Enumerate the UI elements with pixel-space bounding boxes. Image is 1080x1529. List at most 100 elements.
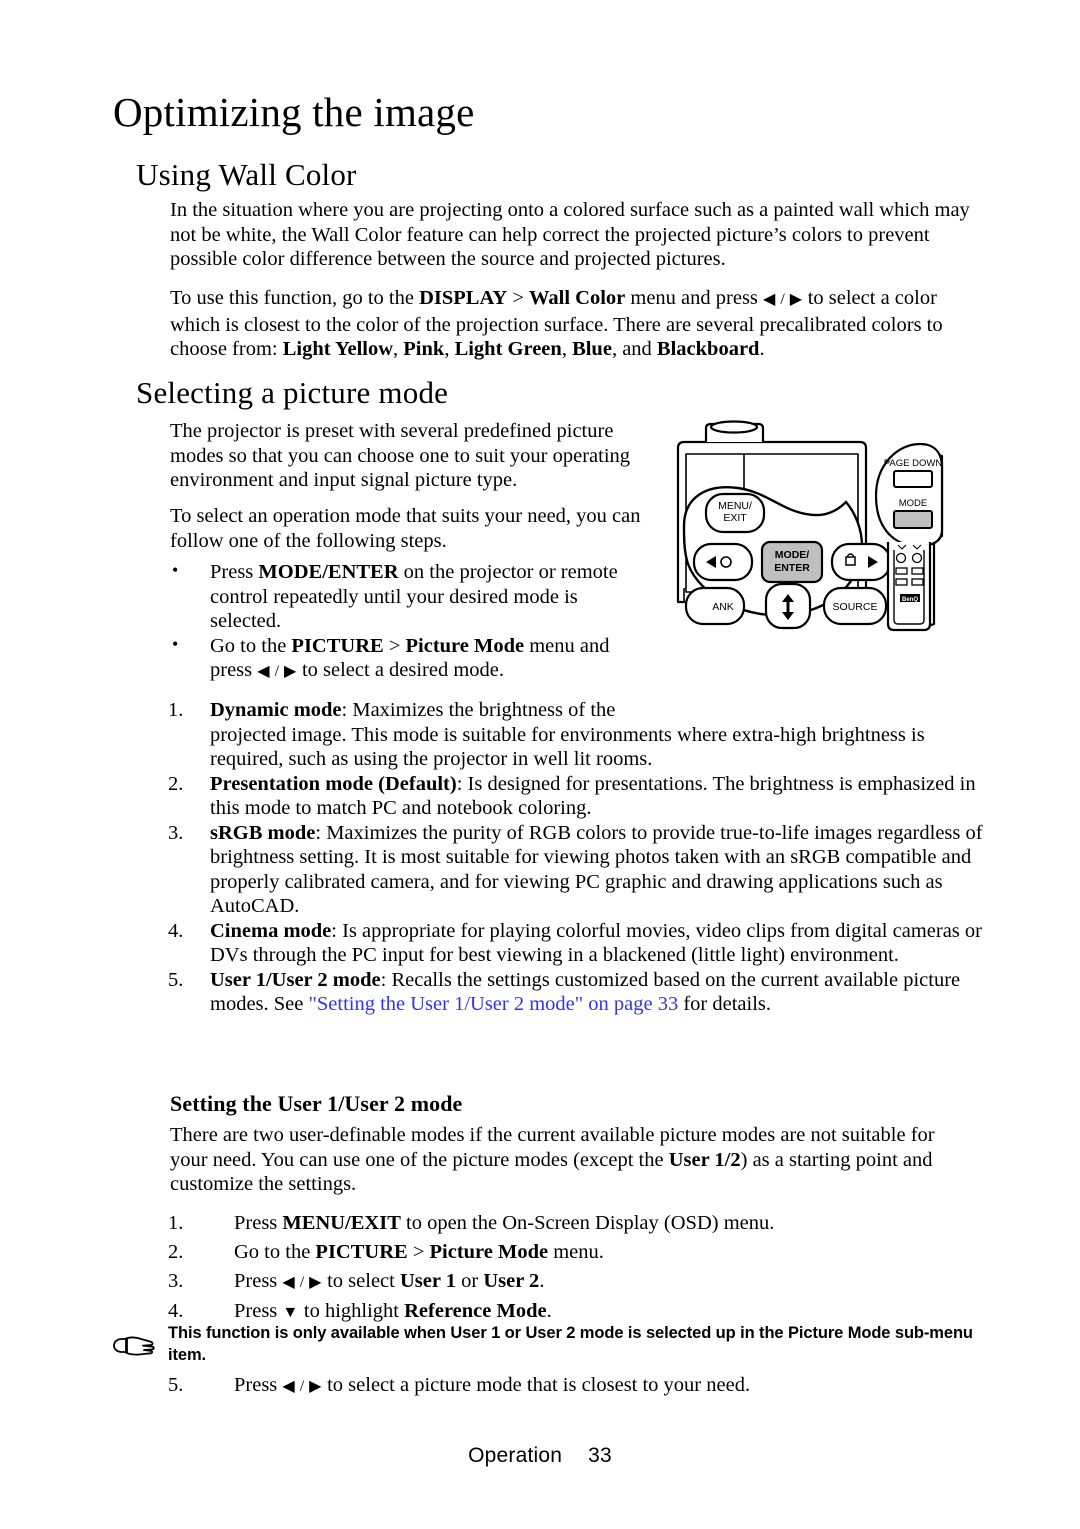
text-fragment: > [383, 634, 406, 657]
text-fragment: > [407, 1241, 430, 1263]
mode-name-presentation: Presentation mode (Default) [210, 772, 457, 795]
mode-name-user: User 1/User 2 mode [210, 968, 381, 991]
text-fragment: Press [234, 1374, 283, 1396]
left-right-arrow-icon: ◀ / ▶ [763, 291, 803, 308]
user-modes-paragraph: There are two user-definable modes if th… [170, 1123, 970, 1197]
menu-wall-color: Wall Color [529, 287, 626, 309]
color-option-blue: Blue [572, 338, 612, 360]
text-fragment: or [455, 1270, 484, 1292]
picture-mode-paragraph-2: To select an operation mode that suits y… [170, 505, 641, 552]
text-fragment: Go to the [234, 1241, 316, 1263]
user-modes-steps-list: 1. Press MENU/EXIT to open the On-Screen… [168, 1209, 928, 1327]
svg-text:PAGE DOWN: PAGE DOWN [884, 458, 943, 469]
left-right-arrow-icon: ◀ / ▶ [257, 663, 297, 680]
svg-text:BenQ: BenQ [902, 597, 918, 603]
user-modes-step-5: 5. Press ◀ / ▶ to select a picture mode … [168, 1371, 928, 1401]
document-page: Optimizing the image Using Wall Color In… [0, 0, 1080, 1529]
list-number: 4. [168, 919, 184, 942]
text-fragment: > [507, 287, 530, 309]
option-user-1: User 1 [399, 1270, 456, 1292]
list-number: 2. [168, 772, 184, 795]
menu-reference-mode: Reference Mode [404, 1300, 547, 1322]
list-item: 4. Cinema mode: Is appropriate for playi… [168, 919, 988, 968]
list-number: 1. [168, 1212, 184, 1234]
svg-text:ENTER: ENTER [774, 562, 810, 574]
subsection-heading-user-modes: Setting the User 1/User 2 mode [170, 1091, 463, 1116]
picture-modes-numbered-list: 1. Dynamic mode: Maximizes the brightnes… [168, 698, 988, 1017]
menu-picture: PICTURE [291, 634, 384, 657]
list-item: 2. Go to the PICTURE > Picture Mode menu… [168, 1238, 928, 1267]
bullet-icon: • [172, 633, 179, 654]
text-fragment: : [380, 968, 392, 991]
bullet-icon: • [172, 560, 179, 580]
pointing-hand-icon [112, 1330, 158, 1360]
left-right-arrow-icon: ◀ / ▶ [282, 1274, 322, 1291]
svg-text:MENU/: MENU/ [718, 500, 752, 512]
text-fragment: Press [234, 1270, 283, 1292]
wall-color-paragraph-1: In the situation where you are projectin… [170, 199, 970, 270]
svg-text:MODE: MODE [899, 498, 928, 509]
list-item: 2. Presentation mode (Default): Is desig… [168, 772, 988, 821]
svg-text:ANK: ANK [712, 601, 734, 613]
button-mode-enter: MODE/ENTER [258, 561, 399, 583]
mode-name-cinema: Cinema mode [210, 919, 332, 942]
cross-reference-link[interactable]: "Setting the User 1/User 2 mode" on page… [309, 993, 679, 1015]
text-fragment: menu. [548, 1241, 604, 1263]
text-fragment: projected image. This mode is suitable f… [210, 723, 925, 771]
text-fragment: Maximizes the purity of RGB colors to pr… [210, 821, 983, 918]
text-fragment: Press [234, 1300, 283, 1322]
list-item: 1. Dynamic mode: Maximizes the brightnes… [168, 698, 988, 772]
wall-color-paragraph-2: To use this function, go to the DISPLAY … [170, 287, 943, 360]
page-footer: Operation 33 [0, 1444, 1080, 1468]
projector-and-remote-illustration: MENU/ EXIT MODE/ ENTER ANK SOURCE PAGE D… [666, 418, 976, 643]
list-item: • Press MODE/ENTER on the projector or r… [170, 560, 648, 634]
list-number: 5. [168, 1374, 184, 1396]
list-item: 5. Press ◀ / ▶ to select a picture mode … [168, 1371, 928, 1401]
menu-display: DISPLAY [419, 287, 508, 309]
list-number: 5. [168, 968, 184, 991]
list-number: 3. [168, 821, 184, 844]
text-fragment: : [315, 821, 327, 844]
picture-mode-bullet-list: • Press MODE/ENTER on the projector or r… [170, 560, 648, 685]
down-arrow-icon: ▼ [282, 1304, 299, 1321]
text-fragment: to highlight [298, 1300, 405, 1322]
picture-mode-paragraph-1: The projector is preset with several pre… [170, 420, 631, 491]
note-callout: This function is only available when Use… [112, 1322, 992, 1366]
button-menu-exit: MENU/EXIT [282, 1212, 401, 1234]
text-fragment: . [546, 1300, 552, 1322]
menu-picture-mode: Picture Mode [429, 1241, 549, 1263]
list-item: 3. sRGB mode: Maximizes the purity of RG… [168, 821, 988, 919]
mode-name-srgb: sRGB mode [210, 821, 316, 844]
text-fragment: Press [234, 1212, 283, 1234]
footer-section-name: Operation [468, 1444, 563, 1467]
list-item: 5. User 1/User 2 mode: Recalls the setti… [168, 968, 988, 1017]
list-number: 1. [168, 699, 184, 721]
menu-picture: PICTURE [315, 1241, 408, 1263]
section-heading-picture-mode: Selecting a picture mode [136, 375, 449, 410]
note-text: This function is only available when Use… [168, 1324, 973, 1364]
menu-picture-mode: Picture Mode [405, 634, 525, 657]
mode-name-dynamic: Dynamic mode [210, 699, 342, 721]
text-fragment: to select [321, 1270, 400, 1292]
list-number: 3. [168, 1270, 184, 1292]
text-fragment: to select a picture mode that is closest… [321, 1374, 751, 1396]
left-right-arrow-icon: ◀ / ▶ [282, 1378, 322, 1395]
list-item: 1. Press MENU/EXIT to open the On-Screen… [168, 1209, 928, 1238]
list-item: • Go to the PICTURE > Picture Mode menu … [170, 634, 648, 685]
page-title: Optimizing the image [113, 89, 475, 135]
text-fragment: Go to the [210, 634, 292, 657]
color-option-light-green: Light Green [454, 338, 562, 360]
text-fragment: : [456, 772, 468, 795]
text-fragment: Press [210, 561, 259, 583]
option-user-2: User 2 [483, 1270, 540, 1292]
footer-page-number: 33 [588, 1444, 612, 1467]
svg-text:MODE/: MODE/ [775, 549, 810, 561]
text-fragment: Maximizes the brightness of the [352, 699, 616, 721]
text-fragment: for details. [678, 993, 772, 1015]
text-fragment: : [341, 699, 353, 721]
text-fragment: menu and press [625, 287, 764, 309]
text-fragment: to select a desired mode. [296, 659, 505, 681]
list-number: 2. [168, 1241, 184, 1263]
mode-user-1-2: User 1/2 [668, 1148, 741, 1171]
text-fragment: . [539, 1270, 545, 1292]
